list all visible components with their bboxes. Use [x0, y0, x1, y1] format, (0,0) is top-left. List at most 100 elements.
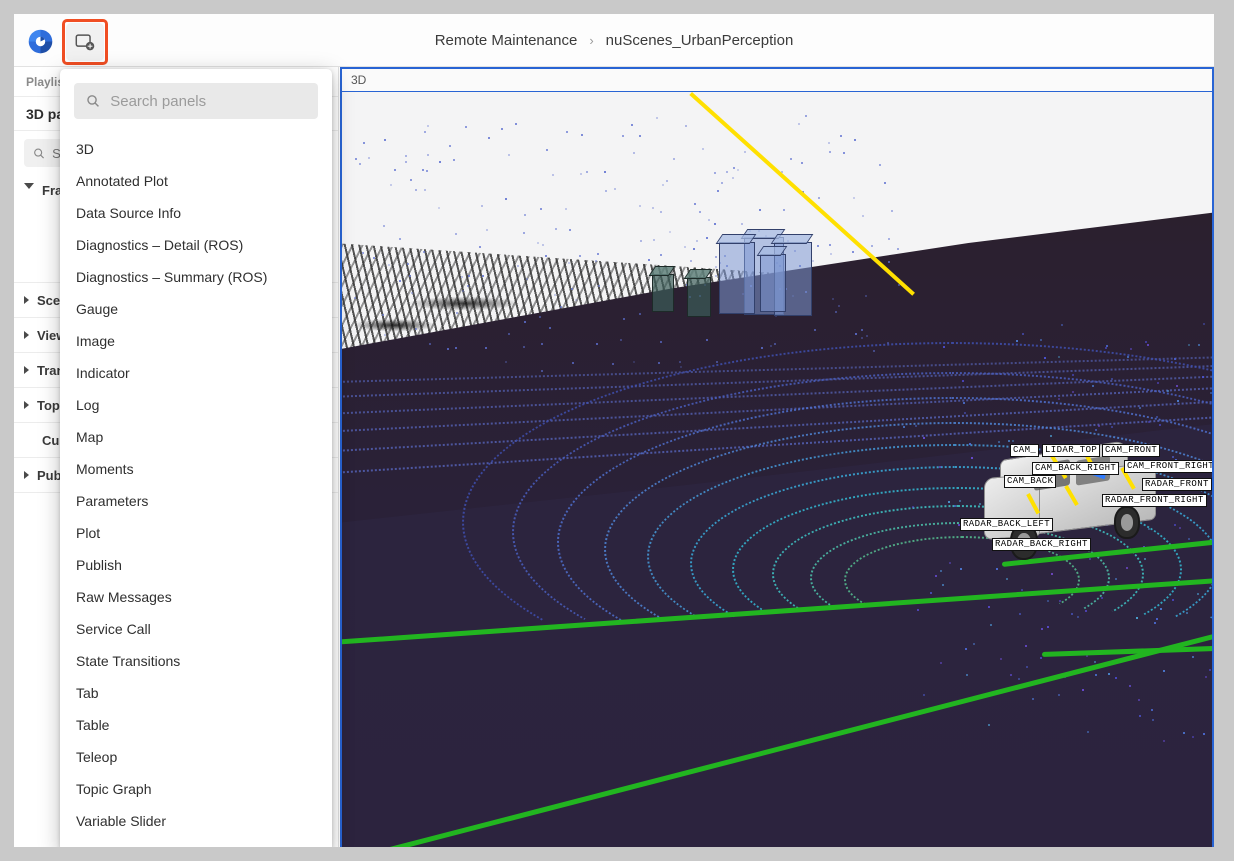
- panel-catalog-item[interactable]: Diagnostics – Detail (ROS): [60, 229, 332, 261]
- add-panel-button[interactable]: [66, 23, 104, 61]
- lidar-point: [988, 724, 990, 726]
- lidar-point: [888, 261, 890, 263]
- lidar-point: [422, 169, 424, 171]
- lidar-point: [382, 314, 384, 316]
- panel-catalog-item[interactable]: Teleop: [60, 741, 332, 773]
- panel-catalog-item[interactable]: Indicator: [60, 357, 332, 389]
- panel-catalog-item-label: Log: [76, 397, 99, 413]
- lidar-point: [612, 363, 614, 365]
- 3d-scene[interactable]: LIDAR_TOP CAM_FRONT CAM_FRONT_RIGHT CAM_BAC…: [342, 92, 1212, 847]
- panel-catalog-item[interactable]: Topic Graph: [60, 773, 332, 805]
- lidar-point: [1174, 524, 1176, 526]
- panel-catalog-item[interactable]: Tab: [60, 677, 332, 709]
- lidar-point: [407, 263, 409, 265]
- lidar-point: [488, 137, 490, 139]
- chevron-right-icon: [24, 331, 29, 339]
- panel-catalog-item[interactable]: Annotated Plot: [60, 165, 332, 197]
- lidar-point: [737, 169, 739, 171]
- chevron-right-icon: [24, 366, 29, 374]
- foxglove-logo-button[interactable]: [22, 23, 58, 59]
- panel-catalog-item[interactable]: State Transitions: [60, 645, 332, 677]
- lidar-point: [580, 173, 582, 175]
- lidar-point: [575, 299, 577, 301]
- breadcrumb-root[interactable]: Remote Maintenance: [435, 32, 578, 49]
- panel-catalog-dropdown[interactable]: 3D Annotated Plot Data Source Info Diagnost…: [60, 69, 332, 847]
- panel-catalog-item-label: Map: [76, 429, 103, 445]
- lidar-point: [1167, 390, 1169, 392]
- panel-catalog-item[interactable]: Publish: [60, 549, 332, 581]
- lidar-point: [415, 189, 417, 191]
- breadcrumb-current[interactable]: nuScenes_UrbanPerception: [606, 32, 794, 49]
- object-box-top-face: [757, 246, 788, 256]
- lidar-point: [733, 167, 735, 169]
- sensor-frame-label: RADAR_BACK_RIGHT: [992, 538, 1091, 551]
- lidar-point: [693, 248, 695, 250]
- panel-catalog-item[interactable]: Moments: [60, 453, 332, 485]
- panel-catalog-item[interactable]: Log: [60, 389, 332, 421]
- lidar-point: [939, 466, 941, 468]
- lidar-point: [1172, 599, 1174, 601]
- panel-catalog-item[interactable]: Service Call: [60, 613, 332, 645]
- lidar-point: [486, 229, 488, 231]
- lidar-point: [545, 255, 547, 257]
- lidar-point: [1136, 617, 1138, 619]
- lidar-point: [568, 262, 570, 264]
- lidar-point: [554, 294, 556, 296]
- lidar-point: [388, 264, 390, 266]
- panel-catalog-item[interactable]: Plot: [60, 517, 332, 549]
- lidar-point: [891, 210, 893, 212]
- panel-search-input[interactable]: [110, 93, 306, 110]
- lidar-point: [1115, 677, 1117, 679]
- lidar-point: [770, 345, 772, 347]
- lidar-point: [708, 219, 710, 221]
- lidar-point: [390, 184, 392, 186]
- lidar-point: [1159, 424, 1161, 426]
- panel-catalog-item[interactable]: Raw Messages: [60, 581, 332, 613]
- panel-catalog-item-label: Data Source Info: [76, 205, 181, 221]
- lidar-point: [1025, 645, 1027, 647]
- lidar-point: [540, 208, 542, 210]
- panel-catalog-item[interactable]: Data Source Info: [60, 197, 332, 229]
- lidar-point: [639, 135, 641, 137]
- lidar-point: [1108, 673, 1110, 675]
- lidar-point: [1101, 597, 1103, 599]
- panel-catalog-item[interactable]: Gauge: [60, 293, 332, 325]
- lidar-point: [566, 131, 568, 133]
- 3d-panel-titlebar[interactable]: 3D: [342, 69, 1212, 92]
- lidar-point: [1183, 732, 1185, 734]
- object-box-pedestrian: [760, 254, 786, 312]
- lidar-point: [855, 333, 857, 335]
- lidar-point: [467, 285, 469, 287]
- lidar-point: [468, 275, 470, 277]
- panel-catalog-item[interactable]: Parameters: [60, 485, 332, 517]
- lidar-point: [962, 380, 964, 382]
- lidar-point: [1197, 593, 1199, 595]
- lidar-point: [873, 350, 875, 352]
- lidar-point: [1010, 674, 1012, 676]
- 3d-panel[interactable]: 3D LIDAR_TOP CAM_FRONT CAM_FRONT_RIGHT C…: [340, 67, 1214, 847]
- panel-catalog-item[interactable]: 3D: [60, 133, 332, 165]
- lidar-point: [696, 240, 698, 242]
- panel-catalog-item[interactable]: Variable Slider: [60, 805, 332, 837]
- lidar-point: [546, 149, 548, 151]
- panel-catalog-item[interactable]: Diagnostics – Summary (ROS): [60, 261, 332, 293]
- panel-catalog-item[interactable]: Table: [60, 709, 332, 741]
- panel-catalog-item-label: Parameters: [76, 493, 148, 509]
- lidar-point: [1047, 600, 1049, 602]
- lidar-point: [1174, 358, 1176, 360]
- lidar-point: [966, 674, 968, 676]
- lidar-point: [1192, 656, 1194, 658]
- panel-catalog-item[interactable]: Map: [60, 421, 332, 453]
- lidar-point: [505, 361, 507, 363]
- chevron-right-icon: [24, 471, 29, 479]
- lidar-point: [879, 164, 881, 166]
- lidar-point: [1032, 698, 1034, 700]
- lidar-point: [384, 139, 386, 141]
- lidar-point: [942, 584, 944, 586]
- lidar-point: [1129, 685, 1131, 687]
- panel-catalog-item[interactable]: Image: [60, 325, 332, 357]
- lidar-point: [685, 125, 687, 127]
- panel-search-box[interactable]: [74, 83, 318, 119]
- lidar-point: [660, 341, 662, 343]
- lidar-point: [1156, 416, 1158, 418]
